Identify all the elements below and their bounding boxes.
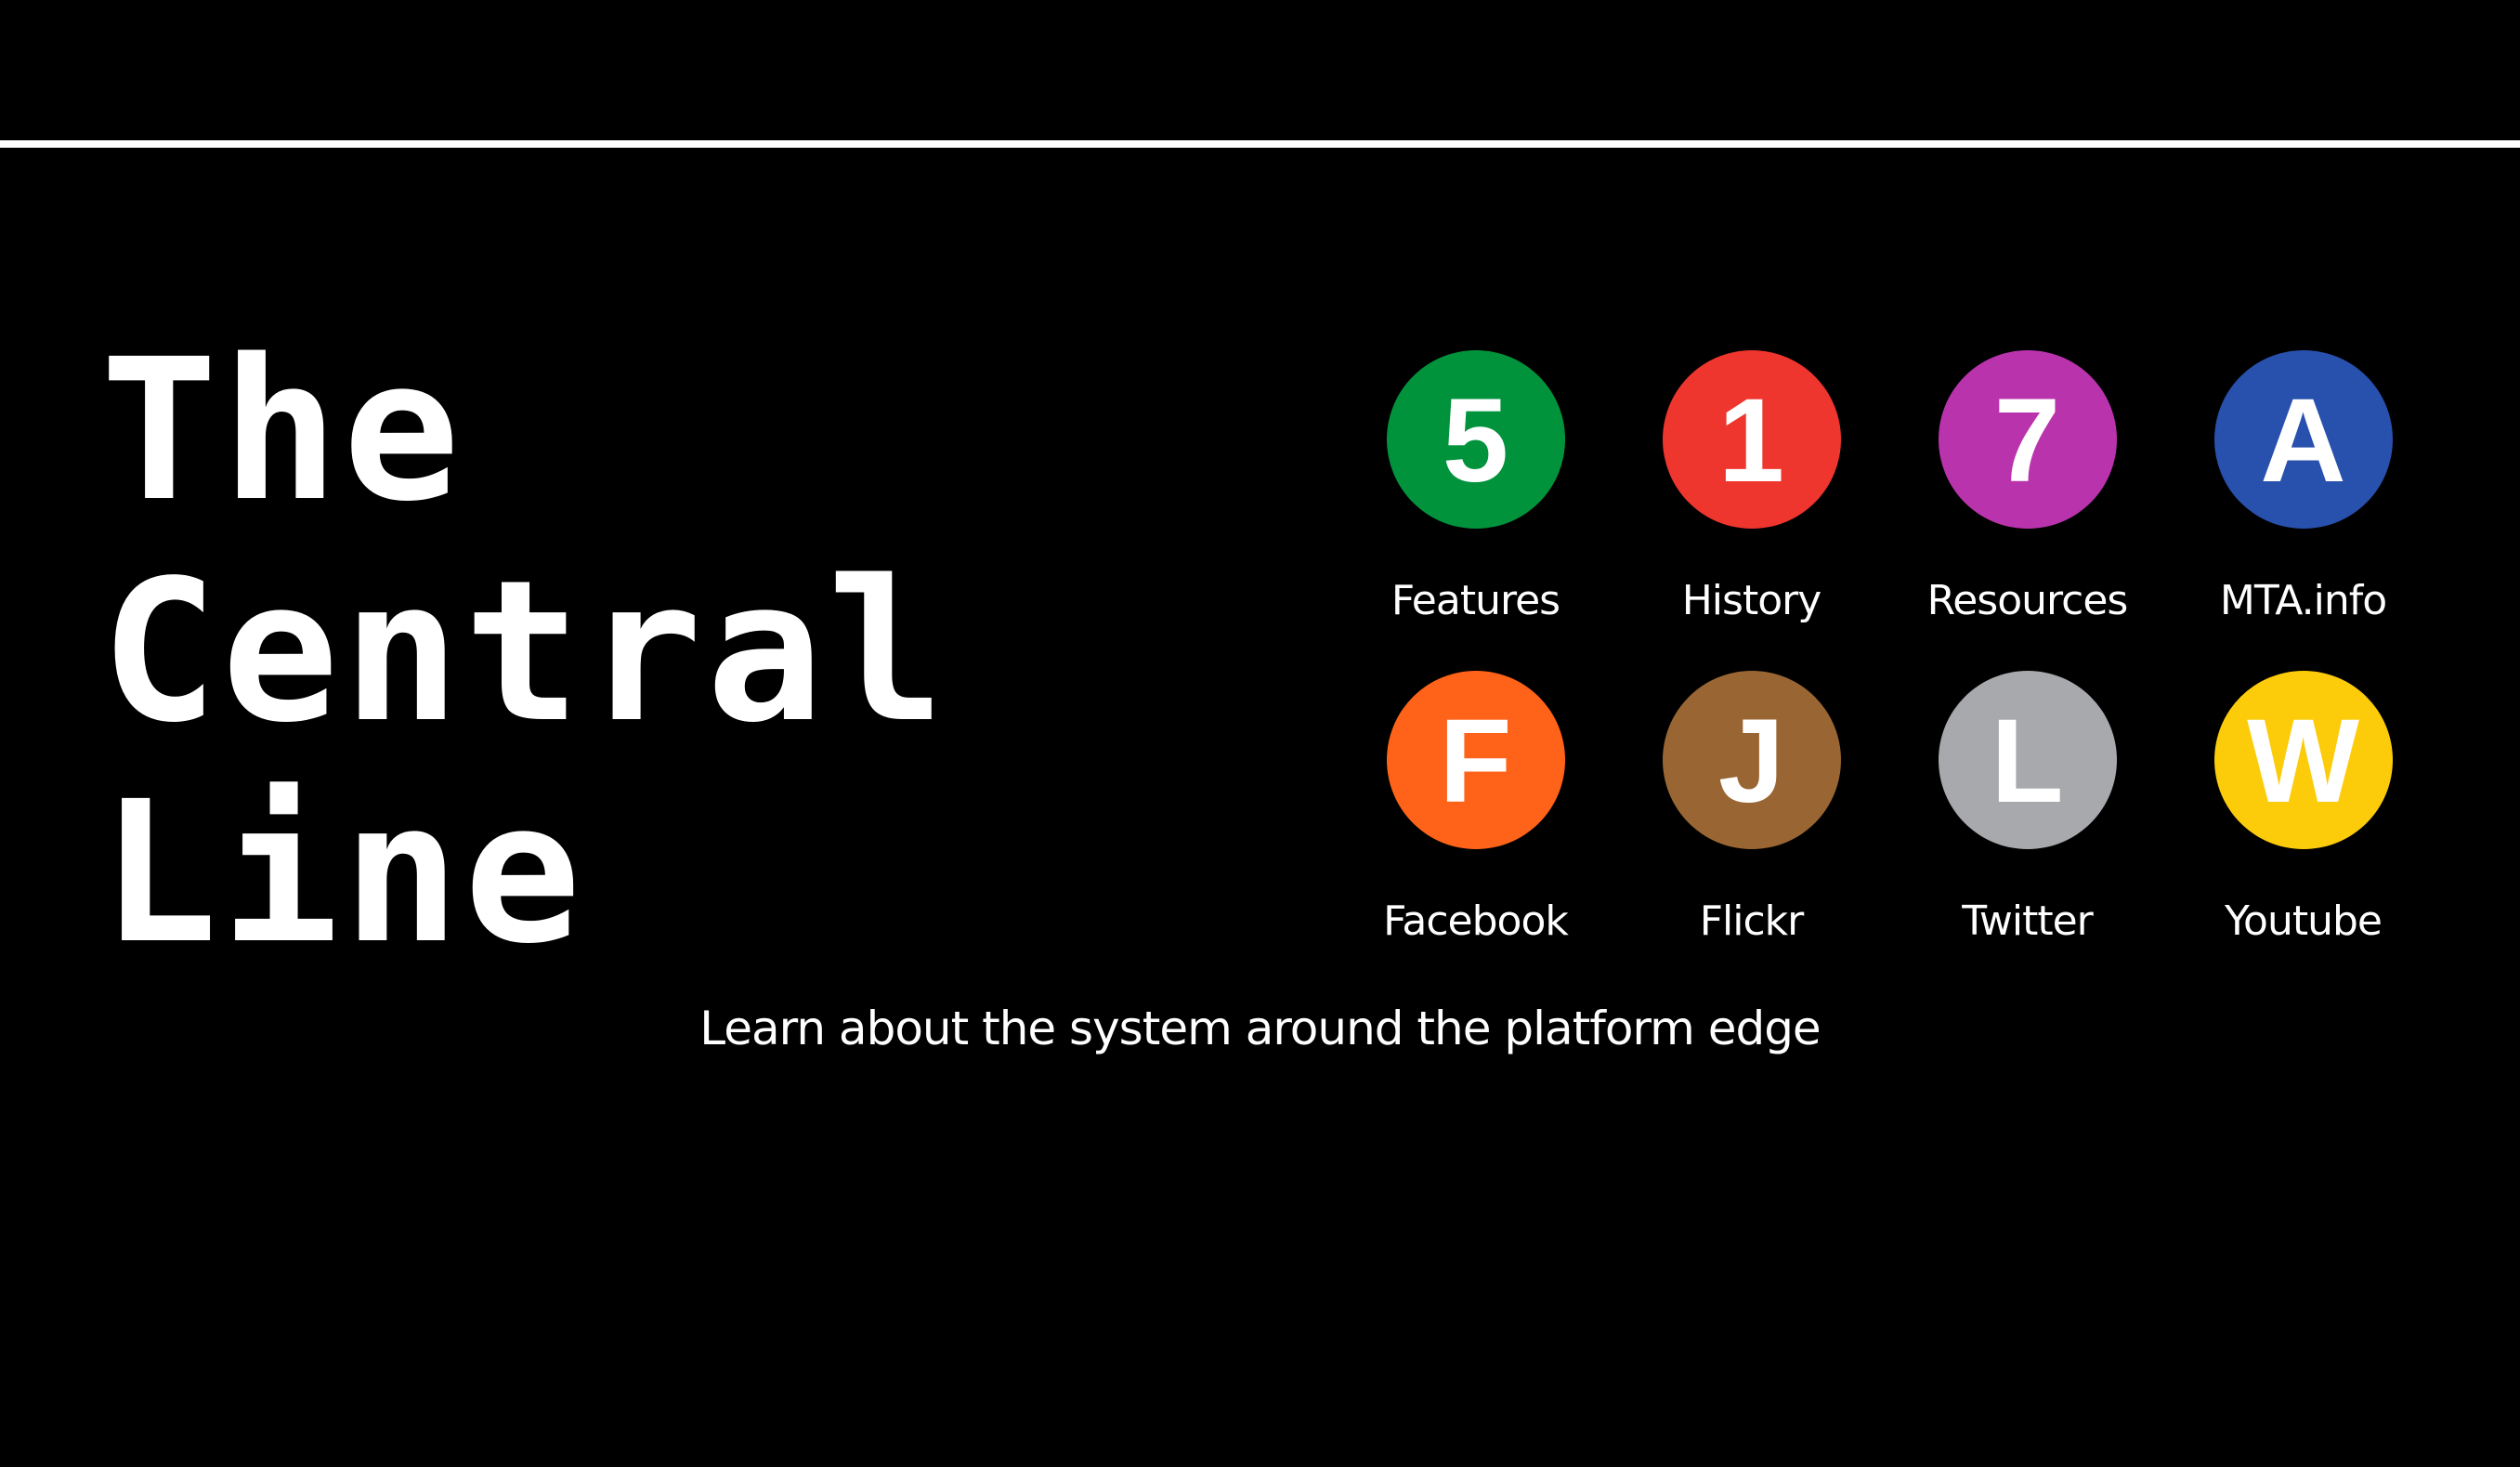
- nav-label-facebook[interactable]: Facebook: [1383, 897, 1569, 945]
- route-1-bullet-icon[interactable]: 1: [1662, 350, 1841, 529]
- nav-label-youtube[interactable]: Youtube: [2225, 897, 2383, 945]
- nav-item-twitter[interactable]: L Twitter: [1889, 671, 2165, 950]
- route-l-bullet-icon[interactable]: L: [1938, 671, 2117, 849]
- route-j-bullet-icon[interactable]: J: [1662, 671, 1841, 849]
- route-a-bullet-icon[interactable]: A: [2213, 350, 2393, 529]
- route-5-bullet-icon[interactable]: 5: [1386, 350, 1565, 529]
- nav-item-resources[interactable]: 7 Resources: [1889, 350, 2165, 671]
- nav-label-mta-info[interactable]: MTA.info: [2220, 577, 2387, 624]
- tagline: Learn about the system around the platfo…: [699, 1002, 1821, 1055]
- route-w-bullet-icon[interactable]: W: [2213, 671, 2393, 849]
- nav-label-features[interactable]: Features: [1391, 577, 1560, 624]
- nav-item-history[interactable]: 1 History: [1613, 350, 1889, 671]
- nav-label-twitter[interactable]: Twitter: [1962, 897, 2093, 945]
- nav-item-mta-info[interactable]: A MTA.info: [2165, 350, 2441, 671]
- nav-item-flickr[interactable]: J Flickr: [1613, 671, 1889, 950]
- nav-item-features[interactable]: 5 Features: [1338, 350, 1613, 671]
- site-title: The Central Line: [100, 321, 948, 984]
- route-f-bullet-icon[interactable]: F: [1386, 671, 1565, 849]
- nav-label-history[interactable]: History: [1682, 577, 1822, 624]
- nav-grid: 5 Features 1 History 7 Resources A MTA.i…: [1338, 350, 2452, 950]
- route-7-bullet-icon[interactable]: 7: [1938, 350, 2117, 529]
- nav-item-facebook[interactable]: F Facebook: [1338, 671, 1613, 950]
- title-line-central: Central: [100, 538, 949, 766]
- top-divider: [0, 140, 2520, 148]
- title-line-line: Line: [100, 759, 585, 987]
- nav-label-resources[interactable]: Resources: [1927, 577, 2129, 624]
- nav-item-youtube[interactable]: W Youtube: [2165, 671, 2441, 950]
- title-line-the: The: [100, 317, 464, 544]
- nav-label-flickr[interactable]: Flickr: [1700, 897, 1805, 945]
